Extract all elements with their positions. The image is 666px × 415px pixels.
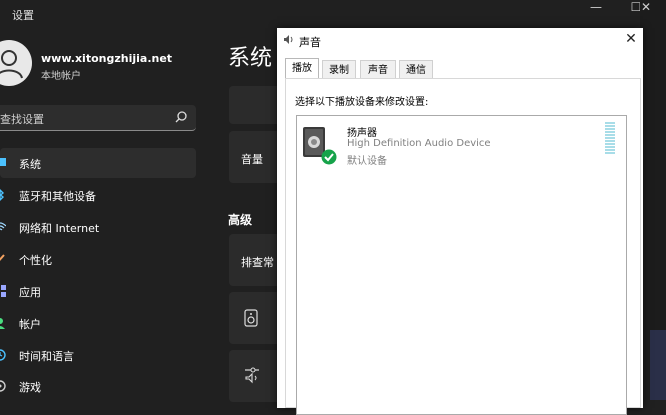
settings-window-title: 设置 <box>12 9 34 22</box>
speaker-device-icon <box>244 309 258 327</box>
instruction-label: 选择以下播放设备来修改设置: <box>295 97 429 108</box>
sidebar-item-label: 网络和 Internet <box>19 222 100 235</box>
sidebar-item-label: 帐户 <box>19 318 41 331</box>
tab-communications[interactable]: 通信 <box>399 60 433 79</box>
avatar[interactable] <box>0 40 32 86</box>
tab-recording[interactable]: 录制 <box>322 60 356 79</box>
apps-icon <box>1 285 6 297</box>
device-list[interactable] <box>296 115 627 415</box>
volume-label: 音量 <box>241 153 263 166</box>
device-description: High Definition Audio Device <box>347 138 491 149</box>
sound-icon <box>284 35 293 44</box>
account-name: www.xitongzhijia.net <box>41 52 173 65</box>
sound-dialog: 声音 ✕ 播放 录制 声音 通信 选择以下播放设备来修改设置: 扬声器 High… <box>277 28 643 415</box>
account-icon <box>0 318 5 329</box>
search-box[interactable]: 查找设置 <box>0 105 196 131</box>
search-icon[interactable] <box>174 110 188 124</box>
sidebar-item-label: 个性化 <box>19 254 52 267</box>
device-name: 扬声器 <box>347 128 377 139</box>
search-input[interactable]: 查找设置 <box>0 111 44 127</box>
sidebar-item-personalization[interactable]: 个性化 <box>0 244 196 274</box>
minimize-button[interactable]: — <box>576 0 616 16</box>
close-button[interactable]: ✕ <box>626 0 666 16</box>
default-device-check-icon <box>321 149 337 165</box>
background-wallpaper <box>650 330 666 400</box>
troubleshoot-label: 排查常 <box>241 256 274 269</box>
sidebar-item-network[interactable]: 网络和 Internet <box>0 212 196 242</box>
sidebar-item-apps[interactable]: 应用 <box>0 276 196 306</box>
gaming-icon <box>0 380 6 392</box>
sidebar-item-label: 时间和语言 <box>19 350 74 363</box>
advanced-section-title: 高级 <box>228 213 253 227</box>
sidebar-item-system[interactable]: 系统 <box>0 148 196 178</box>
device-item[interactable] <box>302 125 342 167</box>
account-type: 本地帐户 <box>41 71 81 82</box>
page-title: 系统 <box>228 46 273 71</box>
bluetooth-icon <box>0 189 5 201</box>
network-icon <box>0 222 6 231</box>
mixer-icon <box>245 367 259 384</box>
device-status: 默认设备 <box>347 156 387 167</box>
tab-playback[interactable]: 播放 <box>285 58 319 79</box>
time-language-icon <box>0 349 6 361</box>
sidebar-item-label: 游戏 <box>19 381 41 394</box>
sidebar-item-label: 应用 <box>19 286 41 299</box>
sidebar-item-gaming[interactable]: 游戏 <box>0 371 196 401</box>
tab-sounds[interactable]: 声音 <box>360 60 396 79</box>
sidebar-item-label: 系统 <box>19 158 41 171</box>
sidebar-item-label: 蓝牙和其他设备 <box>19 190 96 203</box>
system-icon <box>0 158 6 166</box>
personalization-icon <box>0 254 5 262</box>
sidebar-item-accounts[interactable]: 帐户 <box>0 308 196 338</box>
volume-meter <box>605 122 615 156</box>
dialog-close-button[interactable]: ✕ <box>623 31 639 47</box>
sidebar-item-bluetooth[interactable]: 蓝牙和其他设备 <box>0 180 196 210</box>
sidebar-item-time-language[interactable]: 时间和语言 <box>0 340 196 370</box>
dialog-title: 声音 <box>299 36 321 49</box>
